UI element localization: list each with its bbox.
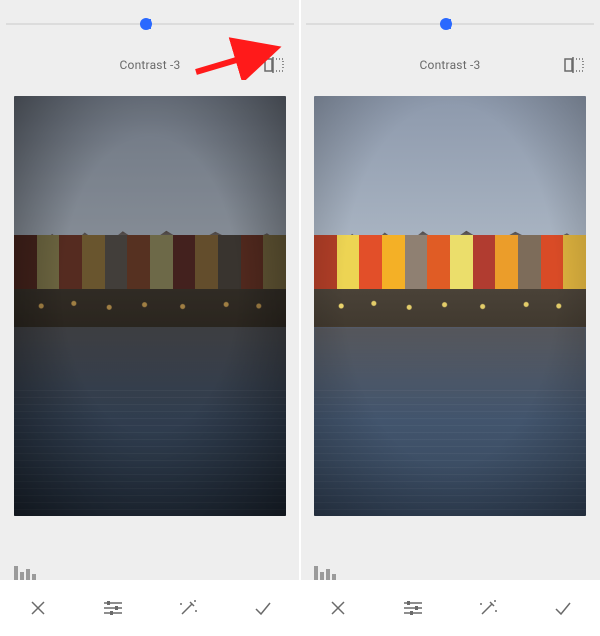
check-icon [252,598,274,618]
histogram-icon [314,566,318,580]
photo-before [14,96,286,516]
bottom-toolbar [0,580,300,636]
adjust-label-row: Contrast -3 [0,34,300,78]
slider-thumb[interactable] [440,18,452,30]
compare-button[interactable] [262,53,286,77]
compare-icon [264,56,284,74]
editor-panel-before: Contrast -3 [0,0,300,636]
bottom-toolbar [300,580,600,636]
image-preview[interactable] [0,78,300,540]
adjust-label: Contrast -3 [38,58,262,72]
tune-button[interactable] [375,580,450,636]
photo-after [314,96,586,516]
cancel-button[interactable] [0,580,75,636]
panel-divider [299,0,301,636]
image-preview[interactable] [300,78,600,540]
autofix-button[interactable] [450,580,525,636]
adjust-label-row: Contrast -3 [300,34,600,78]
editor-panel-after: Contrast -3 [300,0,600,636]
tune-button[interactable] [75,580,150,636]
magic-wand-icon [177,597,199,619]
adjust-slider[interactable] [300,0,600,34]
compare-icon [564,56,584,74]
magic-wand-icon [477,597,499,619]
adjust-label: Contrast -3 [338,58,562,72]
cancel-button[interactable] [300,580,375,636]
slider-thumb[interactable] [140,18,152,30]
histogram-button[interactable] [314,556,338,580]
autofix-button[interactable] [150,580,225,636]
histogram-icon [14,566,18,580]
tune-icon [102,598,124,618]
adjust-slider[interactable] [0,0,300,34]
close-icon [328,598,348,618]
close-icon [28,598,48,618]
histogram-button[interactable] [14,556,38,580]
compare-button[interactable] [562,53,586,77]
tune-icon [402,598,424,618]
check-icon [552,598,574,618]
accept-button[interactable] [525,580,600,636]
accept-button[interactable] [225,580,300,636]
